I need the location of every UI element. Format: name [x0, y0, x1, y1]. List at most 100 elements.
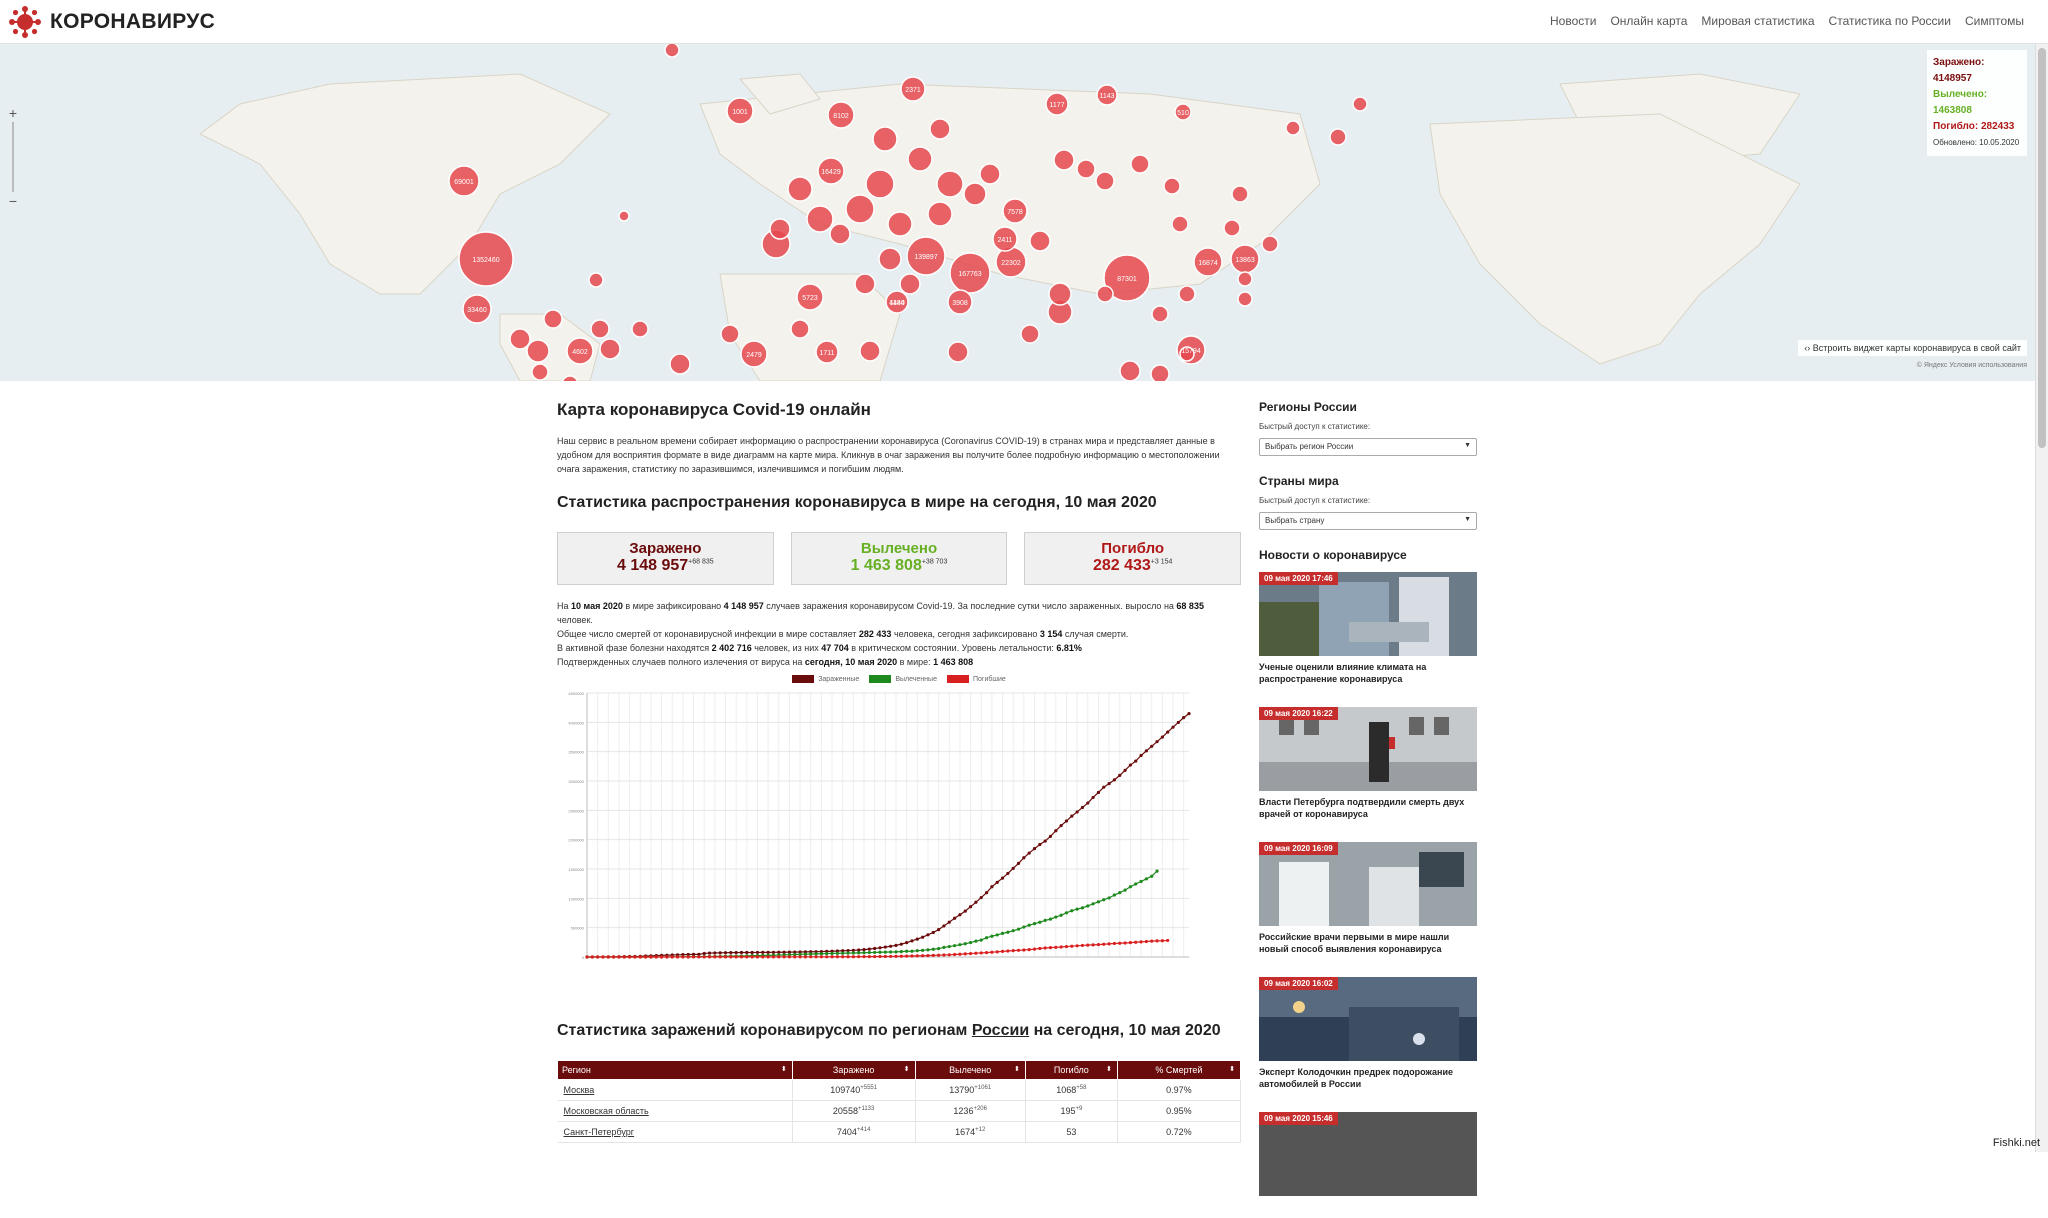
news-date: 09 мая 2020 16:02	[1259, 977, 1338, 990]
scrollbar-thumb[interactable]	[2038, 48, 2046, 448]
sidebar: Регионы России Быстрый доступ к статисти…	[1259, 400, 1477, 1218]
col-recovered[interactable]: Вылечено⬍	[915, 1061, 1025, 1080]
embed-widget-link[interactable]: ‹› Встроить виджет карты коронавируса в …	[1798, 340, 2027, 356]
series-point-0	[1187, 712, 1190, 715]
series-point-2	[1150, 940, 1153, 943]
card-recovered: Вылечено 1 463 808+38 703	[791, 532, 1008, 585]
series-point-1	[1086, 904, 1089, 907]
series-point-2	[756, 955, 759, 958]
series-point-0	[708, 951, 711, 954]
series-point-2	[676, 955, 679, 958]
region-select[interactable]: Выбрать регион России▼	[1259, 438, 1477, 456]
news-headline[interactable]: Власти Петербурга подтвердили смерть дву…	[1259, 796, 1477, 820]
series-point-2	[1166, 939, 1169, 942]
nav-online-map[interactable]: Онлайн карта	[1610, 14, 1687, 28]
nav-symptoms[interactable]: Симптомы	[1965, 14, 2024, 28]
news-item[interactable]: 09 мая 2020 17:46 Ученые оценили влияние…	[1259, 572, 1477, 685]
series-point-2	[1022, 948, 1025, 951]
series-point-0	[926, 933, 929, 936]
news-image[interactable]: 09 мая 2020 15:46	[1259, 1112, 1477, 1196]
zoom-out-button[interactable]: −	[4, 192, 22, 210]
series-point-2	[655, 955, 658, 958]
watermark: Fishki.net	[1993, 1137, 2040, 1149]
series-point-2	[751, 955, 754, 958]
col-dead[interactable]: Погибло⬍	[1025, 1061, 1117, 1080]
series-point-2	[969, 952, 972, 955]
news-image[interactable]: 09 мая 2020 17:46	[1259, 572, 1477, 656]
col-infected[interactable]: Заражено⬍	[792, 1061, 915, 1080]
series-point-2	[692, 955, 695, 958]
y-tick-label: 4500000	[568, 691, 584, 696]
series-point-2	[958, 953, 961, 956]
series-point-2	[1129, 941, 1132, 944]
news-item[interactable]: 09 мая 2020 15:46	[1259, 1112, 1477, 1196]
series-point-2	[910, 954, 913, 957]
region-link[interactable]: Санкт-Петербург	[564, 1127, 635, 1137]
series-point-2	[1044, 946, 1047, 949]
series-point-2	[729, 955, 732, 958]
nav-russia-stats[interactable]: Статистика по России	[1829, 14, 1951, 28]
russia-link[interactable]: России	[972, 1022, 1029, 1039]
code-icon: ‹›	[1804, 343, 1810, 353]
bubble-label: 1184	[889, 300, 904, 307]
zoom-in-button[interactable]: +	[4, 104, 22, 122]
series-point-2	[1054, 946, 1057, 949]
series-point-2	[671, 955, 674, 958]
bubble-label: 8102	[833, 113, 849, 120]
bubble-label: 87301	[1117, 276, 1137, 283]
series-point-2	[1161, 939, 1164, 942]
news-image[interactable]: 09 мая 2020 16:22	[1259, 707, 1477, 791]
nav-news[interactable]: Новости	[1550, 14, 1596, 28]
news-headline[interactable]: Российские врачи первыми в мире нашли но…	[1259, 931, 1477, 955]
world-map[interactable]: 1352460 69001 33460 1001 8102 2371 1177 …	[0, 44, 2035, 381]
series-point-2	[724, 955, 727, 958]
series-point-0	[1097, 791, 1100, 794]
nav-world-stats[interactable]: Мировая статистика	[1701, 14, 1814, 28]
news-image[interactable]: 09 мая 2020 16:02	[1259, 977, 1477, 1061]
zoom-slider[interactable]	[12, 122, 14, 192]
stat-cards: Заражено 4 148 957+68 835 Вылечено 1 463…	[557, 532, 1241, 585]
country-select[interactable]: Выбрать страну▼	[1259, 512, 1477, 530]
legend-recovered[interactable]: Вылеченные	[869, 675, 937, 683]
series-point-0	[1171, 726, 1174, 729]
series-point-2	[948, 953, 951, 956]
region-link[interactable]: Москва	[564, 1085, 595, 1095]
page-scrollbar[interactable]	[2035, 44, 2048, 1152]
site-logo[interactable]: КОРОНАВИРУС	[8, 6, 215, 38]
series-point-0	[921, 936, 924, 939]
news-headline[interactable]: Эксперт Колодочкин предрек подорожание а…	[1259, 1066, 1477, 1090]
series-point-2	[1081, 944, 1084, 947]
series-point-2	[1049, 946, 1052, 949]
bubble-label: 1711	[819, 350, 834, 357]
site-header: КОРОНАВИРУС Новости Онлайн карта Мировая…	[0, 0, 2048, 44]
series-point-2	[841, 955, 844, 958]
series-point-2	[974, 952, 977, 955]
news-image[interactable]: 09 мая 2020 16:09	[1259, 842, 1477, 926]
news-item[interactable]: 09 мая 2020 16:22 Власти Петербурга подт…	[1259, 707, 1477, 820]
series-point-2	[1134, 941, 1137, 944]
series-point-1	[953, 944, 956, 947]
news-item[interactable]: 09 мая 2020 16:09 Российские врачи первы…	[1259, 842, 1477, 955]
series-point-1	[841, 952, 844, 955]
map-copyright[interactable]: © Яндекс Условия использования	[1917, 362, 2027, 369]
series-point-2	[846, 955, 849, 958]
region-link[interactable]: Московская область	[564, 1106, 649, 1116]
series-point-0	[894, 944, 897, 947]
series-point-0	[1145, 749, 1148, 752]
series-point-0	[1113, 778, 1116, 781]
legend-dead[interactable]: Погибшие	[947, 675, 1006, 683]
series-point-2	[878, 955, 881, 958]
series-point-0	[980, 896, 983, 899]
news-headline[interactable]: Ученые оценили влияние климата на распро…	[1259, 661, 1477, 685]
col-region[interactable]: Регион⬍	[558, 1061, 793, 1080]
series-point-2	[628, 955, 631, 958]
news-item[interactable]: 09 мая 2020 16:02 Эксперт Колодочкин пре…	[1259, 977, 1477, 1090]
bubble-label: 5723	[802, 295, 818, 302]
bubble-label: 69001	[454, 179, 474, 186]
series-point-2	[783, 955, 786, 958]
legend-infected[interactable]: Зараженные	[792, 675, 859, 683]
countries-hint: Быстрый доступ к статистике:	[1259, 496, 1477, 505]
col-death-pct[interactable]: % Смертей⬍	[1117, 1061, 1240, 1080]
series-point-0	[1123, 769, 1126, 772]
series-point-2	[825, 955, 828, 958]
